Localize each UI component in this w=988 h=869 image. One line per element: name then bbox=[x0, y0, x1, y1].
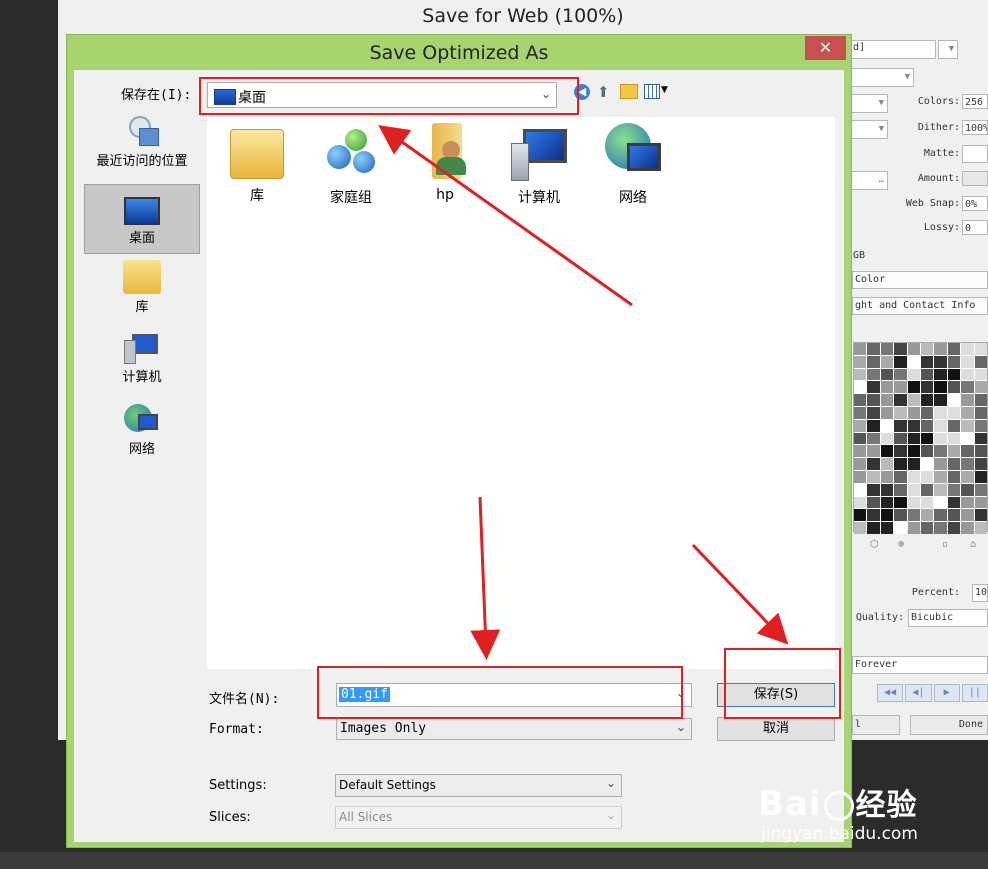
taskbar-strip bbox=[0, 852, 988, 869]
arrow-to-save-in bbox=[378, 125, 633, 307]
annotation-arrows bbox=[378, 125, 789, 660]
arrow-to-save-button bbox=[691, 543, 789, 645]
paw-icon bbox=[823, 790, 854, 821]
watermark-logo: Bai 经验 bbox=[758, 784, 918, 824]
arrow-to-filename bbox=[470, 496, 501, 660]
watermark-url: jingyan.baidu.com bbox=[761, 824, 918, 844]
